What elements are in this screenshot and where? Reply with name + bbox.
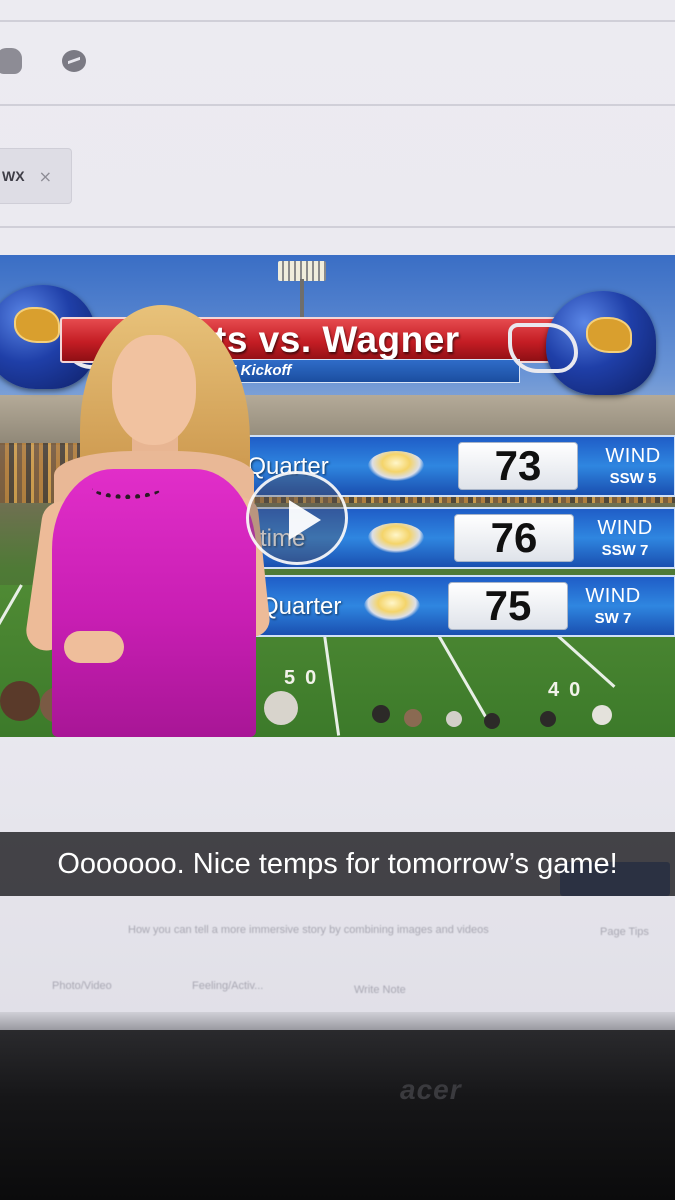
top-browser-ui: WX × <box>0 0 675 258</box>
divider <box>0 226 675 228</box>
caption-text: Ooooooo. Nice temps for tomorrow’s game! <box>57 847 618 880</box>
temperature: 76 <box>454 514 574 562</box>
temperature: 75 <box>448 582 568 630</box>
stadium-lights <box>278 261 326 281</box>
necklace <box>92 477 162 499</box>
presenter-face <box>112 335 196 445</box>
wind-info: WIND SSW 7 <box>586 517 664 559</box>
photo-of-monitor: WX × 50 40 ts vs. Wagner PM Kickoff t Qu… <box>0 0 675 1200</box>
play-button[interactable] <box>246 471 348 565</box>
wind-label: WIND <box>597 517 653 539</box>
video-player[interactable]: 50 40 ts vs. Wagner PM Kickoff t Quarter… <box>0 255 675 737</box>
partly-sunny-icon <box>364 591 420 621</box>
monitor-bezel <box>0 1030 675 1200</box>
photo-video-action[interactable]: Photo/Video <box>52 980 112 992</box>
wind-info: WIND SSW 5 <box>594 445 672 487</box>
monitor-brand-logo: acer <box>400 1074 462 1105</box>
presenter-dress <box>52 469 256 737</box>
post-composer: How you can tell a more immersive story … <box>0 896 675 1016</box>
forecast-period: Quarter <box>260 593 342 620</box>
wind-info: WIND SW 7 <box>574 585 652 627</box>
partly-sunny-icon <box>368 523 424 553</box>
page-tips-label: Page Tips <box>600 926 649 938</box>
divider <box>0 20 675 22</box>
wind-label: WIND <box>585 585 641 607</box>
forecast-row: Quarter 75 WIND SW 7 <box>246 575 675 637</box>
friends-icon[interactable] <box>0 48 22 74</box>
snap-caption-bar: Ooooooo. Nice temps for tomorrow’s game! <box>0 832 675 896</box>
close-icon[interactable]: × <box>39 167 52 186</box>
temperature: 73 <box>458 442 578 490</box>
tag-chip-label: WX <box>2 168 25 184</box>
partly-sunny-icon <box>368 451 424 481</box>
divider <box>0 104 675 106</box>
weather-presenter <box>23 301 272 737</box>
wind-value: SSW 7 <box>601 542 649 559</box>
write-note-action[interactable]: Write Note <box>354 984 406 996</box>
wind-value: SW 7 <box>594 610 632 627</box>
wind-label: WIND <box>605 445 661 467</box>
wind-value: SSW 5 <box>609 470 657 487</box>
facemask <box>508 323 578 373</box>
messenger-icon[interactable] <box>62 50 86 72</box>
tag-chip[interactable]: WX × <box>0 148 72 204</box>
play-icon <box>289 500 321 540</box>
feeling-activity-action[interactable]: Feeling/Activ... <box>192 980 263 992</box>
composer-hint: How you can tell a more immersive story … <box>128 924 489 936</box>
